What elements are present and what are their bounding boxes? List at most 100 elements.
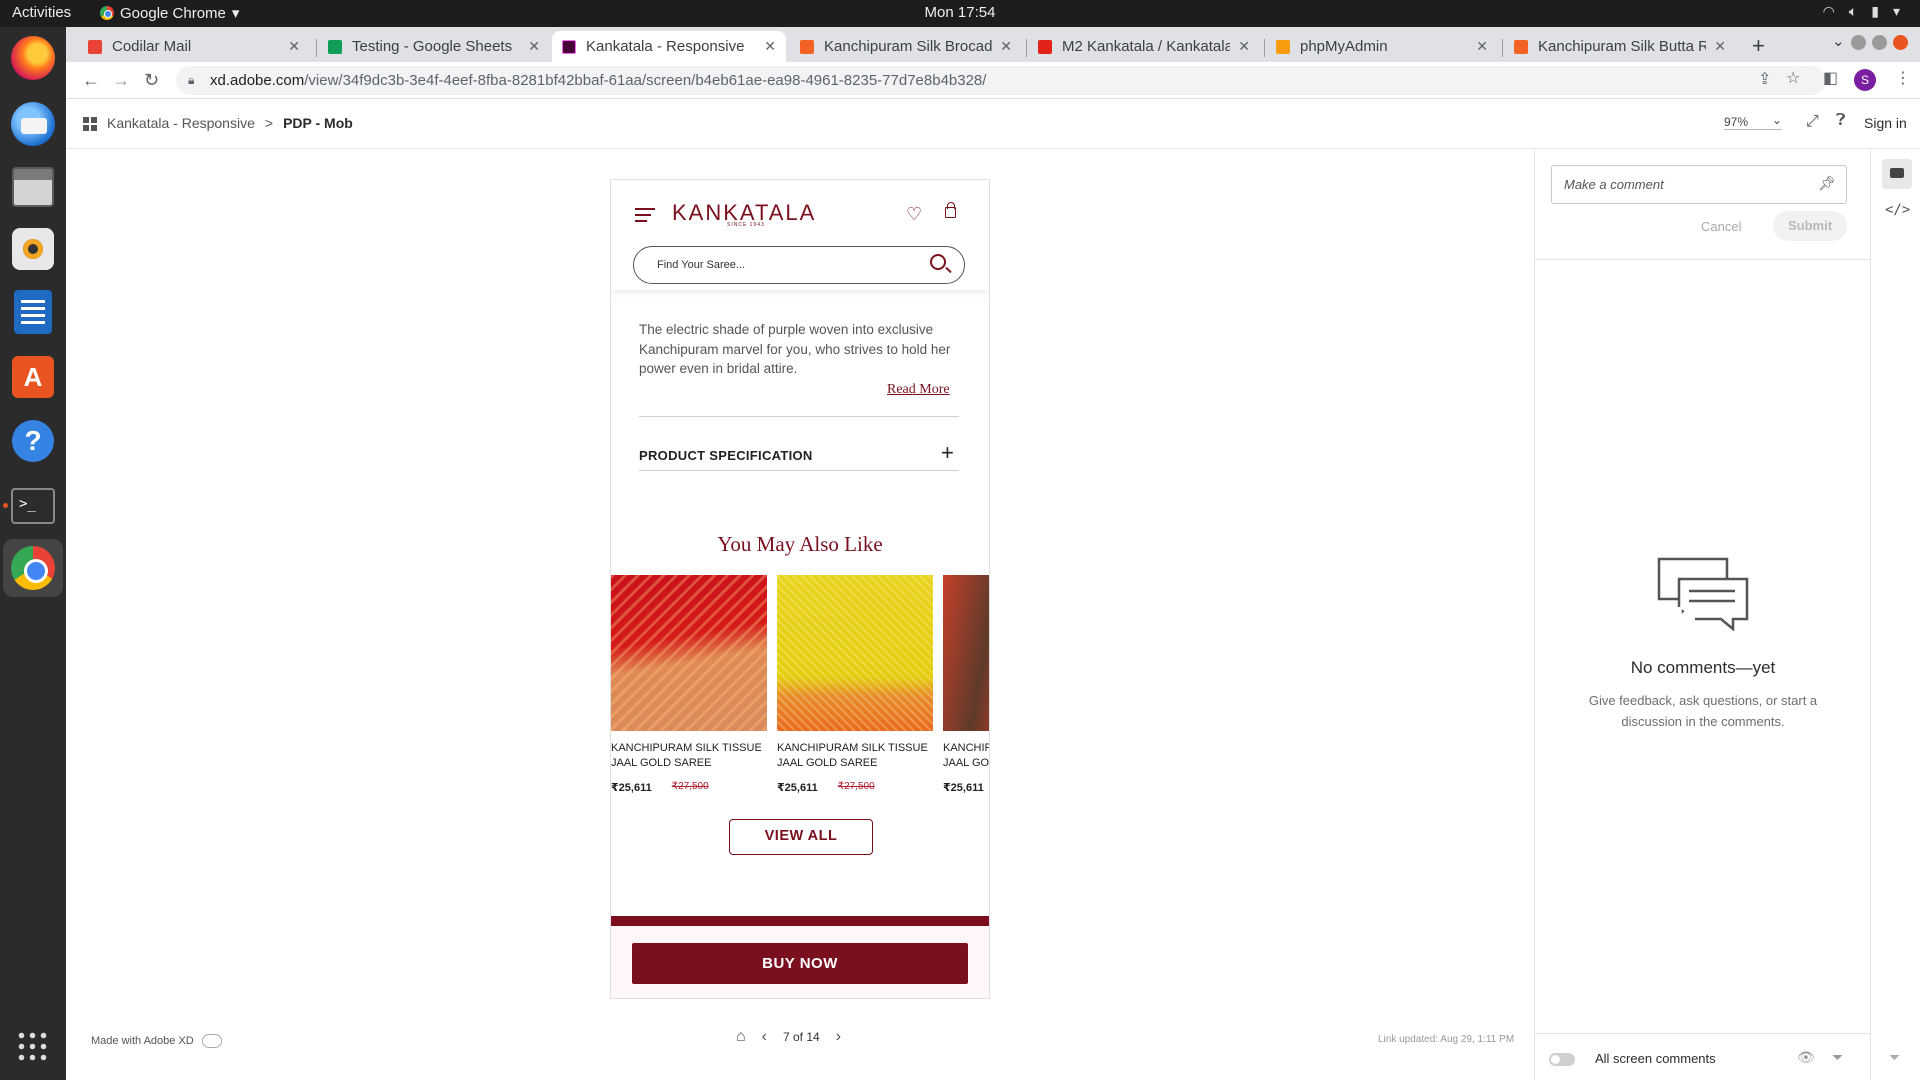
search-icon[interactable] — [930, 254, 946, 270]
made-with-xd[interactable]: Made with Adobe XD — [91, 1034, 222, 1048]
tab-search-icon[interactable]: ⌄ — [1832, 32, 1845, 50]
tab-google-sheets[interactable]: Testing - Google Sheets ✕ — [318, 31, 550, 62]
forward-icon[interactable]: → — [112, 70, 130, 91]
tab-title: Kanchipuram Silk Brocade — [824, 38, 993, 55]
product-card[interactable]: KANCHIPURAM SILK TISSUE JAAL GOLD SAREE … — [777, 575, 933, 794]
tab-title: phpMyAdmin — [1300, 38, 1388, 55]
comment-input[interactable]: Make a comment 📌︎ — [1551, 165, 1847, 204]
volume-icon: 🔈︎ — [1848, 3, 1858, 19]
dock-software[interactable]: A — [9, 353, 57, 401]
dock-terminal[interactable]: >_ — [9, 482, 57, 530]
hide-comments-icon[interactable]: 👁︎ — [1797, 1049, 1815, 1066]
close-icon[interactable]: ✕ — [1238, 38, 1250, 55]
close-icon[interactable]: ✕ — [1714, 38, 1726, 55]
buy-now-button[interactable]: BUY NOW — [632, 943, 968, 984]
wishlist-heart-icon[interactable]: ♡ — [906, 204, 922, 225]
close-icon[interactable]: ✕ — [764, 38, 776, 55]
pin-icon[interactable]: 📌︎ — [1818, 175, 1836, 192]
system-tray[interactable]: ◠ 🔈︎ ▮ ▾ — [1823, 3, 1900, 20]
breadcrumb-project[interactable]: Kankatala - Responsive — [107, 115, 255, 131]
share-icon[interactable]: ⇪ — [1758, 69, 1771, 89]
breadcrumb-screen: PDP - Mob — [283, 115, 353, 131]
screen-pager: ⌂ ‹ 7 of 14 › — [736, 1028, 841, 1046]
dock-writer[interactable] — [9, 288, 57, 336]
profile-avatar[interactable]: S — [1854, 69, 1876, 91]
search-input[interactable]: Find Your Saree... — [633, 246, 965, 284]
dock-rhythmbox[interactable] — [9, 225, 57, 273]
product-price: ₹25,611 — [777, 782, 818, 794]
filter-icon[interactable]: ⏷ — [1889, 1049, 1900, 1066]
mobile-artboard: KANKATALA SINCE 1943 ♡ Find Your Saree..… — [610, 179, 990, 999]
adobe-xd-icon — [562, 39, 576, 54]
new-tab-button[interactable]: + — [1752, 33, 1765, 59]
product-image[interactable] — [943, 575, 989, 731]
product-card[interactable]: KANCHIPURAM SILK TISSUE JAAL GOLD SAREE … — [943, 575, 989, 794]
close-icon[interactable]: ✕ — [288, 38, 300, 55]
breadcrumb: Kankatala - Responsive > PDP - Mob — [107, 115, 353, 131]
dock-firefox[interactable] — [9, 34, 57, 82]
chevron-left-icon[interactable]: ‹ — [762, 1028, 767, 1046]
zoom-select[interactable]: 97% ⌄ — [1724, 113, 1782, 130]
close-window-button[interactable] — [1893, 35, 1908, 50]
product-image[interactable] — [611, 575, 767, 731]
sign-in-link[interactable]: Sign in — [1864, 115, 1907, 131]
cancel-button[interactable]: Cancel — [1701, 219, 1741, 234]
toolbar: ← → ↻ 🔒︎ xd.adobe.com/view/34f9dc3b-3e4f… — [66, 62, 1920, 99]
tab-kanchipuram-brocade[interactable]: Kanchipuram Silk Brocade ✕ — [790, 31, 1022, 62]
tab-m2-kankatala[interactable]: M2 Kankatala / Kankatala ✕ — [1028, 31, 1260, 62]
right-rail: </> ⏷ — [1870, 150, 1920, 1080]
chevron-down-icon: ⌄ — [1771, 113, 1782, 127]
comments-icon[interactable] — [1882, 159, 1912, 189]
close-icon[interactable]: ✕ — [1476, 38, 1488, 55]
divider — [639, 416, 959, 417]
hamburger-menu-icon[interactable] — [635, 208, 655, 226]
help-icon[interactable]: ❓︎ — [1836, 112, 1846, 130]
back-icon[interactable]: ← — [82, 70, 100, 91]
home-icon[interactable]: ⌂ — [736, 1028, 746, 1046]
read-more-link[interactable]: Read More — [887, 382, 950, 398]
tab-codilar-mail[interactable]: Codilar Mail ✕ — [78, 31, 310, 62]
tab-phpmyadmin[interactable]: phpMyAdmin ✕ — [1266, 31, 1498, 62]
plus-icon[interactable]: + — [941, 440, 954, 466]
view-all-button[interactable]: VIEW ALL — [729, 819, 873, 855]
dock-help[interactable]: ? — [9, 417, 57, 465]
dock-thunderbird[interactable] — [9, 100, 57, 148]
filter-icon[interactable]: ⏷ — [1832, 1049, 1843, 1066]
product-spec-heading[interactable]: PRODUCT SPECIFICATION — [639, 448, 813, 463]
product-mrp: ₹27,500 — [837, 781, 875, 792]
bookmark-star-icon[interactable]: ☆ — [1786, 68, 1800, 88]
code-icon[interactable]: </> — [1885, 202, 1910, 218]
fullscreen-icon[interactable]: ⤢ — [1806, 113, 1819, 131]
product-image[interactable] — [777, 575, 933, 731]
close-icon[interactable]: ✕ — [528, 38, 540, 55]
dock-show-apps[interactable] — [9, 1023, 57, 1071]
grid-view-icon[interactable] — [83, 117, 97, 131]
kebab-menu-icon[interactable]: ⋮ — [1895, 68, 1911, 88]
dock-files[interactable] — [9, 163, 57, 211]
submit-button[interactable]: Submit — [1773, 211, 1847, 241]
empty-state-hint: Give feedback, ask questions, or start a… — [1588, 693, 1818, 729]
minimize-button[interactable] — [1851, 35, 1866, 50]
maximize-button[interactable] — [1872, 35, 1887, 50]
product-mrp: ₹27,500 — [671, 781, 709, 792]
address-bar[interactable]: 🔒︎ xd.adobe.com/view/34f9dc3b-3e4f-4eef-… — [176, 66, 1826, 95]
tab-kanchipuram-butta[interactable]: Kanchipuram Silk Butta R ✕ — [1504, 31, 1736, 62]
close-icon[interactable]: ✕ — [1000, 38, 1012, 55]
clock[interactable]: Mon 17:54 — [0, 4, 1920, 21]
tab-strip: Codilar Mail ✕ Testing - Google Sheets ✕… — [66, 27, 1920, 62]
firefox-icon — [11, 36, 55, 80]
product-card[interactable]: KANCHIPURAM SILK TISSUE JAAL GOLD SAREE … — [611, 575, 767, 794]
tab-kankatala-responsive[interactable]: Kankatala - Responsive ✕ — [552, 31, 786, 62]
dock-chrome[interactable] — [3, 539, 63, 597]
tab-separator — [316, 39, 317, 57]
side-panel-icon[interactable]: ◧ — [1823, 68, 1838, 88]
reload-icon[interactable]: ↻ — [144, 70, 159, 91]
product-description: The electric shade of purple woven into … — [639, 322, 951, 376]
lock-icon[interactable]: 🔒︎ — [188, 66, 194, 95]
tab-title: M2 Kankatala / Kankatala — [1062, 38, 1231, 55]
search-placeholder: Find Your Saree... — [657, 259, 746, 271]
screen-comments-toggle[interactable] — [1549, 1053, 1575, 1066]
tab-title: Codilar Mail — [112, 38, 192, 55]
shopping-bag-icon[interactable] — [945, 202, 956, 218]
chevron-right-icon[interactable]: › — [836, 1028, 841, 1046]
